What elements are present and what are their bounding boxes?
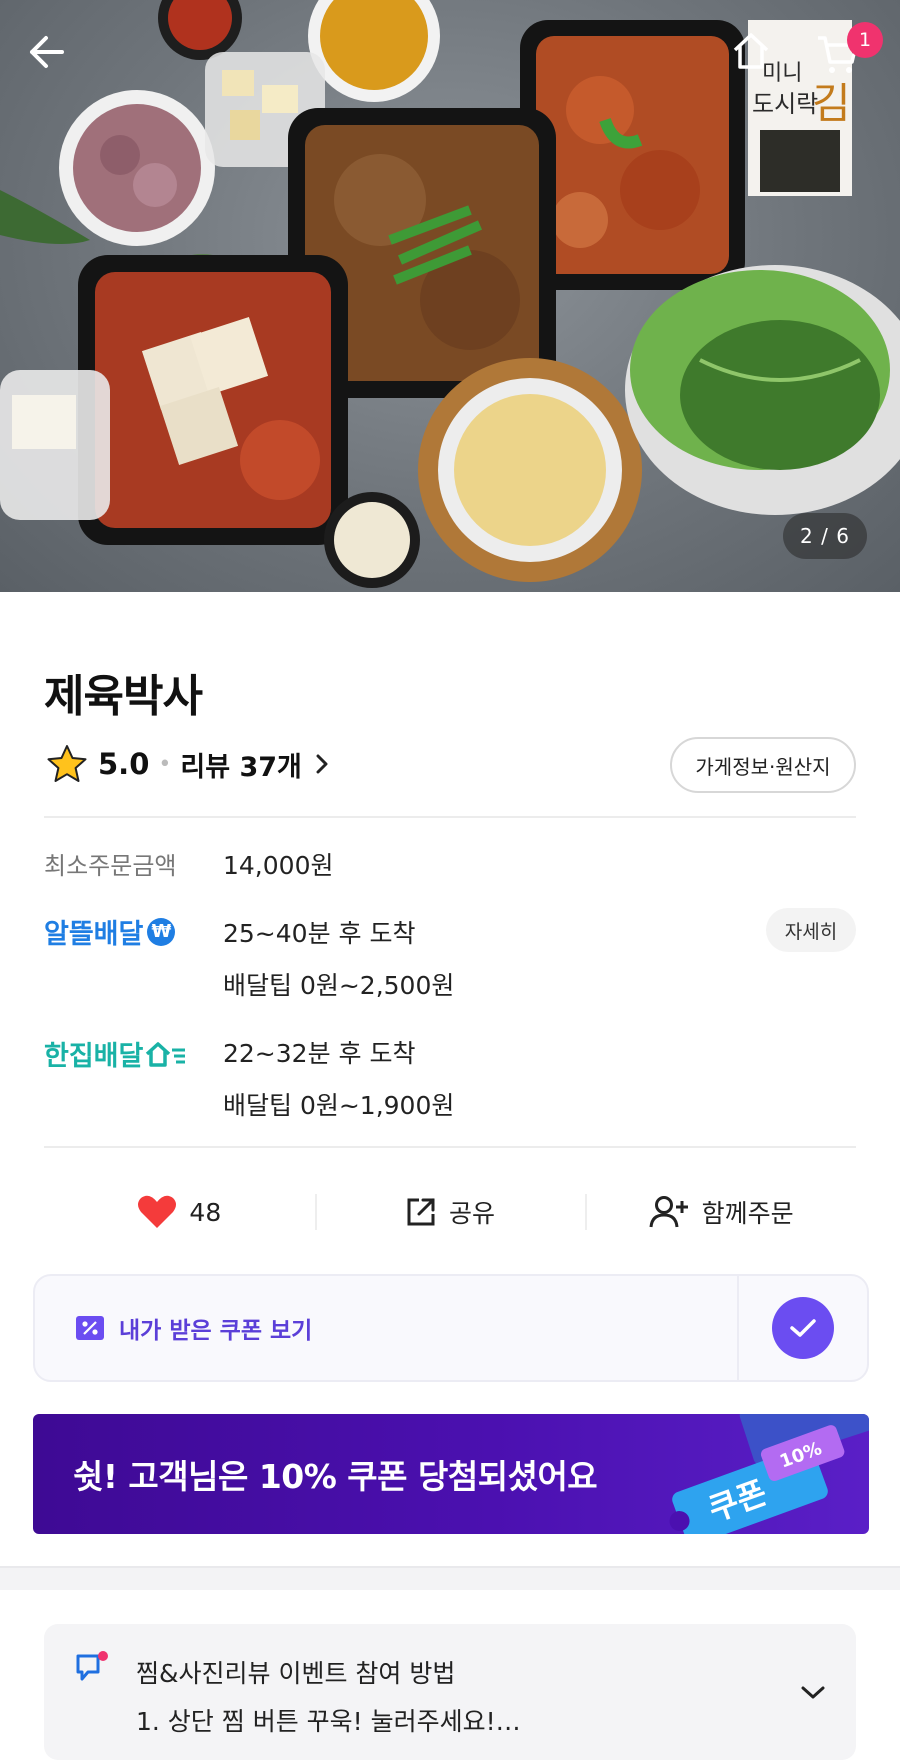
economy-delivery-label: 알뜰배달 [44, 919, 144, 950]
review-count: 리뷰 37개 [180, 751, 302, 783]
hero-image[interactable]: 미니 도시락 김 1 2 / 6 [0, 0, 900, 592]
coupon-check-button[interactable] [739, 1276, 867, 1380]
won-icon: ₩ [147, 917, 176, 946]
min-order-value: 14,000원 [223, 851, 334, 880]
back-arrow-icon [30, 36, 64, 68]
food-photo: 미니 도시락 김 [0, 0, 900, 588]
event-notice[interactable]: 찜&사진리뷰 이벤트 참여 방법 1. 상단 찜 버튼 꾸욱! 눌러주세요!… [44, 1624, 856, 1760]
view-coupons-label: 내가 받은 쿠폰 보기 [119, 1318, 313, 1344]
notice-title: 찜&사진리뷰 이벤트 참여 방법 [136, 1659, 456, 1688]
home-icon [733, 33, 769, 69]
single-delivery-brand: 한집배달 [44, 1034, 187, 1073]
banner-text: 쉿! 고객님은 10% 쿠폰 당첨되셨어요 [73, 1457, 598, 1496]
package-label-main: 도시락 [752, 90, 818, 118]
check-icon [790, 1319, 816, 1337]
section-divider [0, 1566, 900, 1590]
like-count: 48 [189, 1197, 222, 1227]
image-page-indicator: 2 / 6 [783, 513, 867, 559]
chevron-down-icon [801, 1686, 825, 1699]
single-eta: 22~32분 후 도착 [223, 1039, 416, 1068]
star-icon [47, 745, 87, 782]
house-arrow-icon [146, 1041, 186, 1067]
share-icon [407, 1198, 435, 1226]
coupon-promo-banner[interactable]: 쉿! 고객님은 10% 쿠폰 당첨되셨어요 쿠폰 10% [33, 1414, 869, 1534]
back-button[interactable] [26, 34, 82, 90]
like-button[interactable]: 48 [44, 1180, 315, 1244]
single-tip: 배달팁 0원~1,900원 [223, 1091, 455, 1120]
chevron-right-icon [316, 754, 328, 774]
add-person-icon [649, 1196, 688, 1228]
separator-dot: • [158, 751, 172, 777]
store-actions: 48 공유 함께주문 [44, 1180, 856, 1244]
min-order-label: 최소주문금액 [44, 852, 177, 880]
home-button[interactable] [730, 30, 786, 86]
divider [44, 816, 856, 818]
coupon-box: 내가 받은 쿠폰 보기 [33, 1274, 869, 1382]
notice-subtitle: 1. 상단 찜 버튼 꾸욱! 눌러주세요!… [136, 1707, 521, 1736]
coupon-ticket-illustration: 쿠폰 10% [669, 1414, 869, 1534]
group-order-button[interactable]: 함께주문 [585, 1180, 856, 1244]
view-coupons-button[interactable]: 내가 받은 쿠폰 보기 [35, 1276, 739, 1380]
store-name: 제육박사 [44, 671, 203, 722]
coupon-icon [76, 1316, 104, 1340]
check-circle [772, 1297, 834, 1359]
chat-icon [76, 1651, 108, 1681]
rating-review-link[interactable]: 5.0 • 리뷰 37개 [46, 742, 332, 786]
share-label: 공유 [449, 1199, 496, 1228]
single-delivery-label: 한집배달 [44, 1041, 144, 1072]
economy-eta: 25~40분 후 도착 [223, 919, 416, 948]
rating-score: 5.0 [98, 747, 150, 781]
economy-delivery-brand: 알뜰배달 ₩ [44, 912, 176, 951]
share-button[interactable]: 공유 [314, 1180, 586, 1244]
heart-icon [138, 1195, 177, 1228]
store-info-button[interactable]: 가게정보·원산지 [670, 737, 856, 793]
cart-count-badge: 1 [847, 22, 883, 58]
divider [44, 1146, 856, 1148]
group-order-label: 함께주문 [701, 1199, 794, 1228]
delivery-detail-button[interactable]: 자세히 [766, 908, 856, 952]
economy-tip: 배달팁 0원~2,500원 [223, 971, 455, 1000]
